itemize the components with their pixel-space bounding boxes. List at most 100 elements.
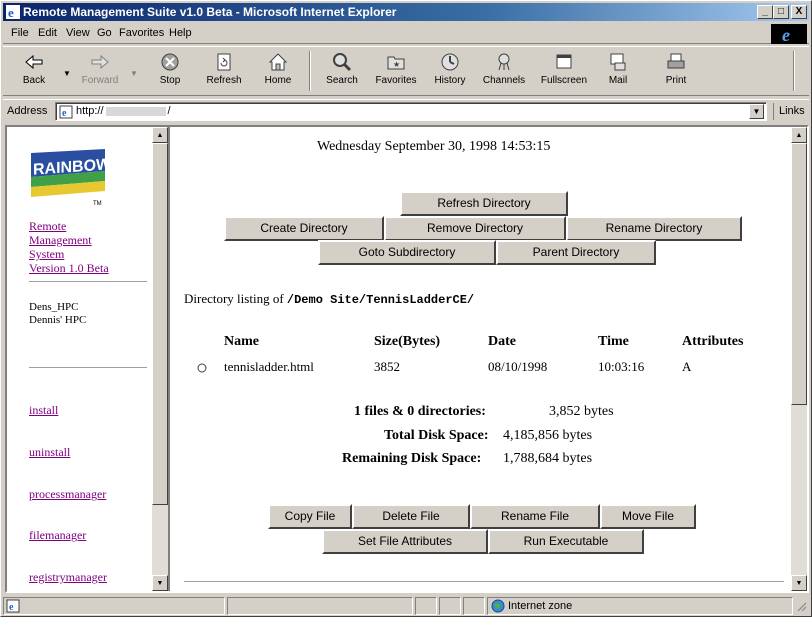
channels-icon bbox=[498, 53, 510, 71]
nav-registrymanager[interactable]: registrymanager bbox=[29, 570, 107, 584]
listing-label: Directory listing of bbox=[184, 291, 284, 306]
channels-button[interactable]: Channels bbox=[477, 51, 531, 93]
toolbar-separator bbox=[309, 51, 311, 91]
rename-file-button[interactable]: Rename File bbox=[470, 504, 600, 529]
col-name: Name bbox=[224, 334, 259, 349]
forward-button: Forward bbox=[73, 51, 127, 93]
close-button[interactable]: X bbox=[791, 5, 807, 19]
svg-text:e: e bbox=[9, 602, 14, 613]
system-link[interactable]: Remote Management System Version 1.0 Bet… bbox=[29, 219, 109, 275]
delete-file-button[interactable]: Delete File bbox=[352, 504, 470, 529]
menu-go[interactable]: Go bbox=[97, 27, 112, 39]
logo-tm: TM bbox=[93, 201, 102, 207]
system-link-line-4: Version 1.0 Beta bbox=[29, 261, 109, 275]
menu-help[interactable]: Help bbox=[169, 27, 192, 39]
file-attributes: A bbox=[682, 359, 692, 374]
file-radio-button[interactable] bbox=[197, 363, 207, 373]
status-panel bbox=[227, 597, 413, 615]
favorites-button[interactable]: ★ Favorites bbox=[369, 51, 423, 93]
set-file-attributes-button[interactable]: Set File Attributes bbox=[322, 529, 488, 554]
scroll-up-icon[interactable]: ▲ bbox=[152, 127, 168, 143]
history-label: History bbox=[434, 75, 466, 86]
mail-icon bbox=[610, 53, 626, 71]
divider bbox=[29, 367, 147, 369]
nav-uninstall[interactable]: uninstall bbox=[29, 445, 70, 459]
scroll-down-icon[interactable]: ▼ bbox=[791, 575, 807, 591]
print-button[interactable]: Print bbox=[649, 51, 703, 93]
mail-button[interactable]: Mail bbox=[591, 51, 645, 93]
window-title: Remote Management Suite v1.0 Beta - Micr… bbox=[23, 5, 397, 19]
address-value: http:// / bbox=[76, 105, 171, 117]
rename-directory-button[interactable]: Rename Directory bbox=[566, 216, 742, 241]
left-scrollbar[interactable]: ▲ ▼ bbox=[152, 127, 168, 591]
run-executable-button[interactable]: Run Executable bbox=[488, 529, 644, 554]
page-icon: e bbox=[59, 105, 73, 119]
svg-text:e: e bbox=[782, 25, 790, 44]
back-arrow-icon bbox=[25, 54, 43, 70]
fullscreen-button[interactable]: Fullscreen bbox=[537, 51, 591, 93]
refresh-button[interactable]: Refresh bbox=[197, 51, 251, 93]
nav-processmanager[interactable]: processmanager bbox=[29, 487, 106, 501]
menu-edit[interactable]: Edit bbox=[38, 27, 57, 39]
history-button[interactable]: History bbox=[423, 51, 477, 93]
scroll-thumb[interactable] bbox=[152, 143, 168, 505]
toolbar: Back ▼ Forward ▼ Stop Refresh Home Searc… bbox=[3, 46, 809, 96]
back-dropdown-icon[interactable]: ▼ bbox=[63, 69, 71, 78]
history-icon bbox=[441, 53, 459, 71]
menu-file[interactable]: File bbox=[11, 27, 29, 39]
fullscreen-icon bbox=[556, 54, 572, 69]
stop-button[interactable]: Stop bbox=[143, 51, 197, 93]
goto-subdirectory-button[interactable]: Goto Subdirectory bbox=[318, 240, 496, 265]
scroll-down-icon[interactable]: ▼ bbox=[152, 575, 168, 591]
status-main: e bbox=[3, 597, 225, 615]
create-directory-button[interactable]: Create Directory bbox=[224, 216, 384, 241]
status-panel bbox=[439, 597, 461, 615]
directory-listing: Directory listing of /Demo Site/TennisLa… bbox=[184, 291, 474, 307]
home-button[interactable]: Home bbox=[251, 51, 305, 93]
copy-file-button[interactable]: Copy File bbox=[268, 504, 352, 529]
stop-label: Stop bbox=[159, 75, 181, 86]
divider bbox=[184, 581, 784, 583]
browser-window: e Remote Management Suite v1.0 Beta - Mi… bbox=[0, 0, 812, 617]
move-file-button[interactable]: Move File bbox=[600, 504, 696, 529]
refresh-directory-button[interactable]: Refresh Directory bbox=[400, 191, 568, 216]
home-label: Home bbox=[264, 75, 292, 86]
title-bar: e Remote Management Suite v1.0 Beta - Mi… bbox=[3, 3, 809, 21]
system-link-line-2: Management bbox=[29, 233, 92, 247]
address-dropdown-icon[interactable]: ▼ bbox=[749, 104, 764, 119]
svg-text:★: ★ bbox=[393, 60, 400, 69]
search-button[interactable]: Search bbox=[315, 51, 369, 93]
nav-install[interactable]: install bbox=[29, 403, 58, 417]
listing-path: /Demo Site/TennisLadderCE/ bbox=[286, 293, 475, 307]
scroll-up-icon[interactable]: ▲ bbox=[791, 127, 807, 143]
nav-filemanager[interactable]: filemanager bbox=[29, 528, 86, 542]
forward-label: Forward bbox=[81, 75, 119, 86]
search-icon bbox=[333, 53, 352, 72]
svg-text:e: e bbox=[62, 108, 67, 119]
minimize-button[interactable]: _ bbox=[757, 5, 773, 19]
address-value-suffix: / bbox=[167, 105, 171, 117]
maximize-button[interactable]: □ bbox=[773, 5, 789, 19]
links-button[interactable]: Links bbox=[773, 103, 807, 120]
search-label: Search bbox=[326, 75, 358, 86]
status-zone: Internet zone bbox=[487, 597, 793, 615]
resize-grip-icon[interactable] bbox=[795, 600, 807, 612]
favorites-label: Favorites bbox=[375, 75, 417, 86]
address-input[interactable]: e http:// / ▼ bbox=[55, 102, 767, 121]
total-disk-label: Total Disk Space: bbox=[384, 428, 489, 443]
ie-throbber-icon: e bbox=[771, 24, 807, 45]
channels-label: Channels bbox=[482, 75, 526, 86]
file-time: 10:03:16 bbox=[598, 359, 645, 374]
address-label: Address bbox=[7, 105, 48, 117]
parent-directory-button[interactable]: Parent Directory bbox=[496, 240, 656, 265]
system-link-line-1: Remote bbox=[29, 219, 67, 233]
right-scrollbar[interactable]: ▲ ▼ bbox=[791, 127, 807, 591]
menu-view[interactable]: View bbox=[66, 27, 90, 39]
content-area: RAINBOW TM Remote Management System Vers… bbox=[5, 125, 809, 593]
back-button[interactable]: Back bbox=[7, 51, 61, 93]
favorites-folder-icon: ★ bbox=[387, 56, 405, 70]
menu-favorites[interactable]: Favorites bbox=[119, 27, 164, 39]
right-frame: Wednesday September 30, 1998 14:53:15 Re… bbox=[172, 127, 807, 591]
scroll-thumb[interactable] bbox=[791, 143, 807, 405]
remove-directory-button[interactable]: Remove Directory bbox=[384, 216, 566, 241]
